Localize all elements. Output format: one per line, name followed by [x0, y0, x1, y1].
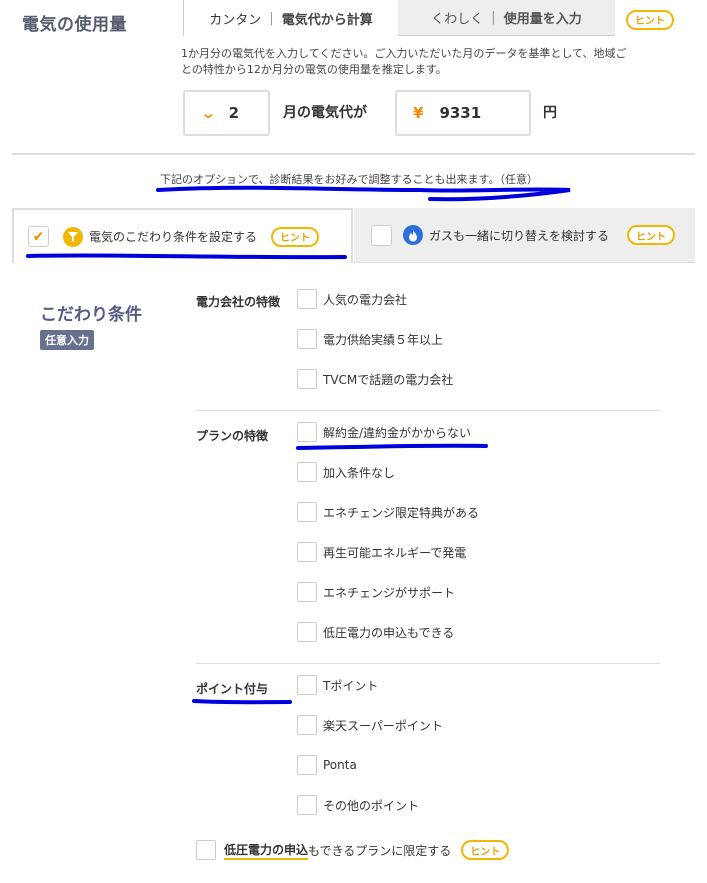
condition-item[interactable]: 低圧電力の申込もできる — [297, 622, 454, 642]
yen-symbol: ¥ — [413, 104, 424, 122]
low-voltage-link[interactable]: 低圧電力の申込 — [224, 841, 309, 860]
low-voltage-option[interactable]: 低圧電力の申込 もできるプランに限定する ヒント — [196, 840, 510, 860]
condition-checkbox[interactable] — [297, 329, 317, 349]
condition-item[interactable]: 加入条件なし — [297, 462, 395, 482]
condition-label: 楽天スーパーポイント — [323, 718, 443, 733]
section-label-company: 電力会社の特徴 — [196, 295, 281, 309]
condition-label: 低圧電力の申込もできる — [323, 625, 455, 640]
check-icon[interactable]: ✔ — [28, 226, 49, 247]
condition-label: Tポイント — [323, 678, 379, 693]
condition-checkbox[interactable] — [297, 755, 317, 775]
option-tab-kodawari-label: 電気のこだわり条件を設定する — [89, 230, 258, 244]
tab-simple-calc[interactable]: カンタン | 電気代から計算 — [183, 0, 399, 36]
condition-label: 加入条件なし — [323, 465, 396, 480]
option-tab-gas[interactable]: ガスも一緒に切り替えを検討する ヒント — [354, 208, 695, 263]
condition-checkbox[interactable] — [297, 289, 317, 309]
usage-description: 1か月分の電気代を入力してください。ご入力いただいた月のデータを基準として、地域… — [181, 47, 627, 76]
hint-button[interactable]: ヒント — [271, 226, 320, 247]
tab-detailed-input[interactable]: くわしく | 使用量を入力 — [398, 0, 615, 36]
condition-item[interactable]: 解約金/違約金がかからない — [297, 422, 471, 442]
option-tab-kodawari[interactable]: ✔ 電気のこだわり条件を設定する ヒント — [12, 208, 353, 263]
condition-item[interactable]: その他のポイント — [297, 795, 419, 815]
tab-detailed-part1: くわしく — [431, 12, 484, 27]
annotation-underline — [192, 699, 292, 705]
condition-label: TVCMで話題の電力会社 — [323, 372, 454, 387]
condition-checkbox[interactable] — [297, 795, 317, 815]
condition-checkbox[interactable] — [297, 582, 317, 602]
condition-item[interactable]: Tポイント — [297, 675, 378, 695]
section-label-plan: プランの特徴 — [196, 429, 269, 443]
condition-checkbox[interactable] — [297, 422, 317, 442]
funnel-icon — [63, 226, 83, 247]
condition-item[interactable]: エネチェンジ限定特典がある — [297, 502, 479, 522]
hint-button[interactable]: ヒント — [461, 840, 510, 860]
condition-label: 電力供給実績５年以上 — [323, 332, 444, 347]
tab-simple-part2: 電気代から計算 — [281, 12, 373, 28]
condition-item[interactable]: TVCMで話題の電力会社 — [297, 369, 453, 389]
condition-label: 再生可能エネルギーで発電 — [323, 545, 467, 560]
low-voltage-label: もできるプランに限定する — [308, 843, 452, 858]
condition-item[interactable]: Ponta — [297, 755, 357, 775]
condition-item[interactable]: 人気の電力会社 — [297, 289, 407, 309]
hint-button[interactable]: ヒント — [626, 9, 674, 30]
condition-label: その他のポイント — [323, 798, 420, 813]
gas-checkbox[interactable] — [371, 224, 392, 246]
tab-separator: | — [269, 10, 274, 26]
option-note: 下記のオプションで、診断結果をお好みで調整することも出来ます。（任意） — [160, 173, 538, 186]
condition-checkbox[interactable] — [297, 622, 317, 642]
condition-checkbox[interactable] — [297, 502, 317, 522]
condition-item[interactable]: 楽天スーパーポイント — [297, 715, 443, 735]
condition-label: Ponta — [323, 758, 357, 772]
annotation-underline — [296, 443, 488, 450]
chevron-down-icon: ⌄ — [200, 104, 217, 122]
yen-unit: 円 — [543, 105, 557, 121]
month-value: 2 — [228, 104, 240, 122]
optional-badge: 任意入力 — [40, 330, 94, 350]
option-tab-gas-label: ガスも一緒に切り替えを検討する — [429, 228, 610, 243]
bill-amount-value: 9331 — [439, 104, 482, 122]
condition-item[interactable]: エネチェンジがサポート — [297, 582, 455, 602]
hint-button[interactable]: ヒント — [627, 225, 676, 245]
condition-label: 解約金/違約金がかからない — [323, 425, 472, 440]
divider — [12, 153, 695, 155]
condition-item[interactable]: 再生可能エネルギーで発電 — [297, 542, 466, 562]
conditions-title: こだわり条件 — [40, 305, 142, 325]
month-select[interactable]: ⌄ 2 — [183, 90, 270, 136]
bill-amount-input[interactable]: ¥ 9331 — [395, 90, 531, 136]
condition-item[interactable]: 電力供給実績５年以上 — [297, 329, 443, 349]
usage-title: 電気の使用量 — [22, 15, 127, 35]
flame-icon — [403, 225, 423, 245]
divider — [196, 410, 660, 411]
condition-label: 人気の電力会社 — [323, 292, 408, 307]
condition-checkbox[interactable] — [297, 715, 317, 735]
condition-checkbox[interactable] — [297, 542, 317, 562]
section-label-points: ポイント付与 — [196, 682, 269, 696]
tab-separator: | — [491, 10, 496, 25]
condition-checkbox[interactable] — [297, 675, 317, 695]
month-label: 月の電気代が — [283, 105, 367, 121]
condition-label: エネチェンジがサポート — [323, 585, 456, 600]
condition-label: エネチェンジ限定特典がある — [323, 505, 480, 520]
tab-simple-part1: カンタン — [209, 12, 262, 28]
tab-detailed-part2: 使用量を入力 — [503, 12, 582, 27]
condition-checkbox[interactable] — [297, 369, 317, 389]
annotation-underline — [156, 185, 571, 202]
condition-checkbox[interactable] — [297, 462, 317, 482]
divider — [196, 663, 660, 664]
low-voltage-checkbox[interactable] — [196, 840, 216, 860]
